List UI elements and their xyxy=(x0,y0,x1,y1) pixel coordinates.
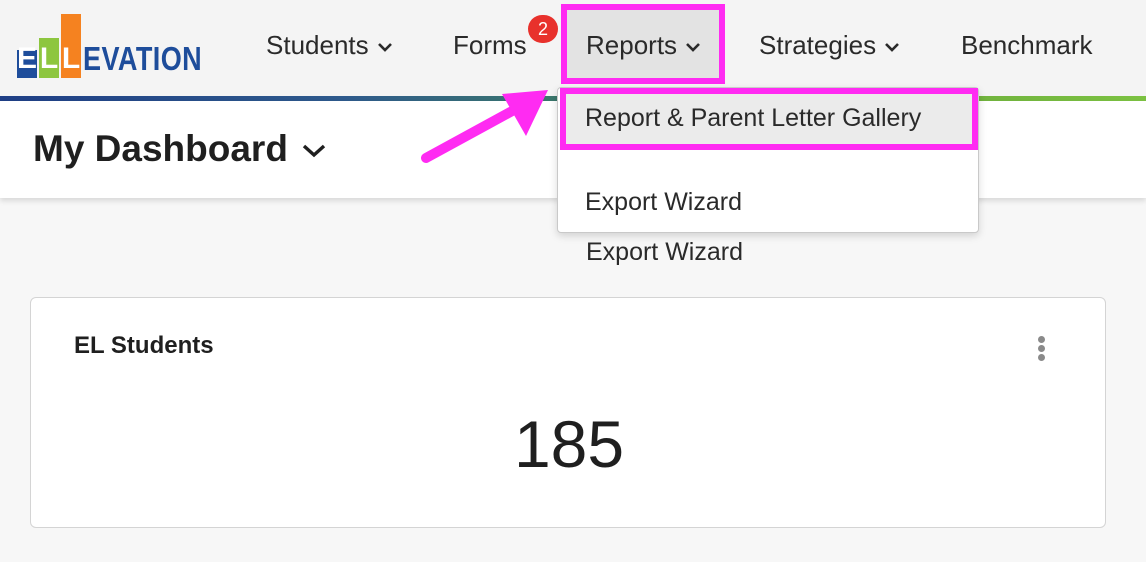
nav-forms-label: Forms xyxy=(453,30,527,60)
kebab-icon[interactable] xyxy=(1031,334,1051,362)
nav-reports-label: Reports xyxy=(586,30,678,60)
menu-item-export-wizard[interactable]: Export Wizard xyxy=(585,188,742,217)
chevron-down-icon xyxy=(302,144,326,158)
nav-strategies-label: Strategies xyxy=(759,30,877,60)
el-students-card: EL Students 185 xyxy=(30,297,1106,528)
nav-reports[interactable]: Reports xyxy=(586,22,701,68)
logo-letter-l2: L xyxy=(61,42,81,75)
nav-strategies[interactable]: Strategies xyxy=(759,22,900,68)
annotation-arrow-icon xyxy=(421,90,548,163)
chevron-down-icon xyxy=(377,42,393,52)
menu-item-report-gallery[interactable]: Report & Parent Letter Gallery xyxy=(560,88,978,150)
logo-letter-e: E xyxy=(17,42,38,75)
logo-word: EVATION xyxy=(83,40,203,77)
menu-item-export-wizard-label: Export Wizard xyxy=(586,238,743,266)
menu-item-export-wizard-text: Export Wizard xyxy=(585,188,742,216)
nav-forms[interactable]: Forms xyxy=(453,22,527,68)
nav-benchmark-label: Benchmark xyxy=(961,30,1093,60)
nav-benchmark[interactable]: Benchmark xyxy=(961,22,1093,68)
ellevation-logo[interactable]: E L L EVATION xyxy=(17,14,213,78)
nav-students[interactable]: Students xyxy=(266,22,393,68)
menu-item-report-gallery-label: Report & Parent Letter Gallery xyxy=(585,104,922,132)
dashboard-title-selector[interactable]: My Dashboard xyxy=(33,124,326,174)
nav-students-label: Students xyxy=(266,30,369,60)
chevron-down-icon xyxy=(884,42,900,52)
page-title: My Dashboard xyxy=(33,128,288,169)
menu-item-export-wizard[interactable]: Export Wizard xyxy=(586,238,743,267)
card-title: EL Students xyxy=(74,332,214,359)
forms-notification-badge: 2 xyxy=(528,15,558,43)
logo-letter-l1: L xyxy=(39,42,59,75)
chevron-down-icon xyxy=(685,42,701,52)
el-students-count: 185 xyxy=(513,407,625,481)
